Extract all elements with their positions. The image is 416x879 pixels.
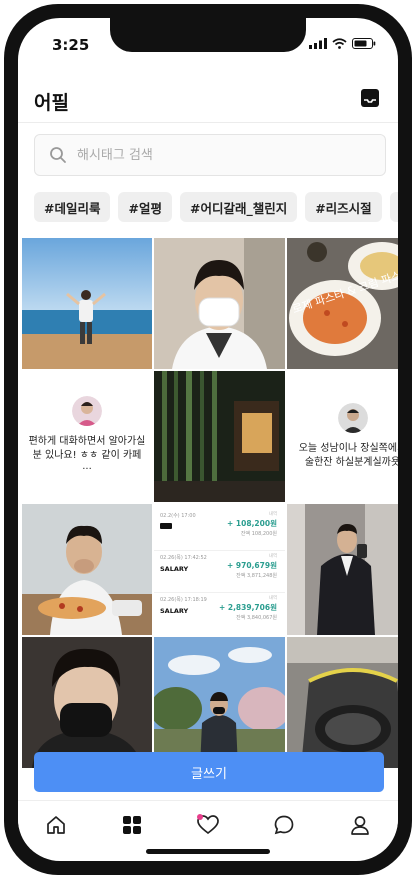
bank-row-amount: + 108,200원 [227,519,277,528]
home-icon [47,816,65,834]
hashtag-chip[interactable]: #데일리룩 [34,192,111,222]
post-photo-blossom-park[interactable] [154,637,285,768]
post-photo-car-seat[interactable] [287,637,398,768]
hashtag-chip[interactable]: #리즈시절 [305,192,382,222]
beach-image [22,238,152,369]
pasta-image: 로제 파스타 & 크림 파스타 [287,238,398,369]
post-bank-statement[interactable]: 02.2(수) 17:00 내역 + 108,200원 잔액 108,200원 … [154,504,285,635]
post-message: 편하게 대화하면서 알아가실 분 있나요! ㅎㅎ 같이 카페··· [28,436,146,475]
black-mask-image [22,637,152,768]
nav-chat[interactable] [264,805,304,845]
page-title: 어필 [34,92,69,114]
inbox-icon[interactable] [360,88,380,108]
blossom-park-image [154,637,285,768]
hashtag-chip[interactable]: # [389,192,398,222]
bank-row-balance: 잔액 3,840,067원 [236,615,277,621]
post-photo-mirror-suit[interactable] [287,504,398,635]
bank-row-balance: 잔액 108,200원 [240,531,277,537]
bamboo-image [154,371,285,502]
notification-dot [197,814,203,820]
post-message: 오늘 성남이나 장실쪽에서 술한잔 하실분계실까욧 [298,443,398,468]
signal-icon [309,38,327,49]
status-time: 3:25 [52,36,90,54]
bank-row-balance: 잔액 3,871,248원 [236,573,277,579]
bank-row-name: SALARY [160,607,189,615]
grid-icon [123,816,141,834]
nav-grid[interactable] [112,805,152,845]
mask-selfie-image [154,238,285,369]
post-photo-mask-selfie[interactable] [154,238,285,369]
bank-row-date: 02.2(수) 17:00 [160,513,196,519]
avatar [72,396,102,426]
wifi-icon [332,38,347,49]
text-post[interactable]: 편하게 대화하면서 알아가실 분 있나요! ㅎㅎ 같이 카페··· [22,371,152,502]
post-photo-bamboo[interactable] [154,371,285,502]
hashtag-list: #데일리룩 #얼평 #어디갈래_챌린지 #리즈시절 # [34,192,398,222]
bank-row: 02.2(수) 17:00 내역 + 108,200원 잔액 108,200원 [154,508,285,551]
pizza-image [22,504,152,635]
bank-row-tag: 내역 [268,512,277,517]
battery-icon [352,38,376,49]
mirror-suit-image [287,504,398,635]
device-notch [110,18,306,52]
home-indicator [146,849,270,854]
car-seat-image [287,637,398,768]
bank-row: 02.26(목) 17:18:19 내역 SALARY + 2,839,706원… [154,592,285,634]
chat-icon [274,815,294,835]
text-post[interactable]: 오늘 성남이나 장실쪽에서 술한잔 하실분계실까욧 [287,371,398,502]
app-header: 어필 [18,80,398,120]
bank-row-tag: 내역 [268,554,277,559]
bottom-nav [18,800,398,849]
nav-profile[interactable] [340,805,380,845]
post-grid: 로제 파스타 & 크림 파스타 편하게 대화하면서 알아가실 분 있나요! ㅎㅎ… [22,238,398,768]
profile-icon [351,816,369,835]
bank-row-amount: + 2,839,706원 [218,603,277,612]
post-photo-black-mask[interactable] [22,637,152,768]
nav-home[interactable] [36,805,76,845]
bank-row-amount: + 970,679원 [227,561,277,570]
post-photo-beach[interactable] [22,238,152,369]
redacted-block [160,523,172,529]
avatar [337,403,368,433]
search-bar[interactable] [34,134,386,176]
bank-row-tag: 내역 [268,596,277,601]
write-post-button[interactable]: 글쓰기 [34,752,384,792]
nav-likes[interactable] [188,805,228,845]
post-photo-pasta[interactable]: 로제 파스타 & 크림 파스타 [287,238,398,369]
app-screen: 3:25 어필 해시태그 검색 #데일리룩 #얼평 #어디갈래_챌린지 #리즈시… [18,18,398,861]
bank-row: 02.26(목) 17:42:52 내역 SALARY + 970,679원 잔… [154,550,285,593]
phone-frame: 3:25 어필 해시태그 검색 #데일리룩 #얼평 #어디갈래_챌린지 #리즈시… [4,4,412,875]
post-photo-pizza[interactable] [22,504,152,635]
header-divider [18,122,398,123]
hashtag-chip[interactable]: #얼평 [118,192,172,222]
hashtag-chip[interactable]: #어디갈래_챌린지 [179,192,298,222]
bank-row-date: 02.26(목) 17:18:19 [160,597,207,603]
bank-row-name: SALARY [160,565,189,573]
bank-row-date: 02.26(목) 17:42:52 [160,555,207,561]
search-icon [50,147,66,163]
search-input[interactable] [75,146,369,164]
